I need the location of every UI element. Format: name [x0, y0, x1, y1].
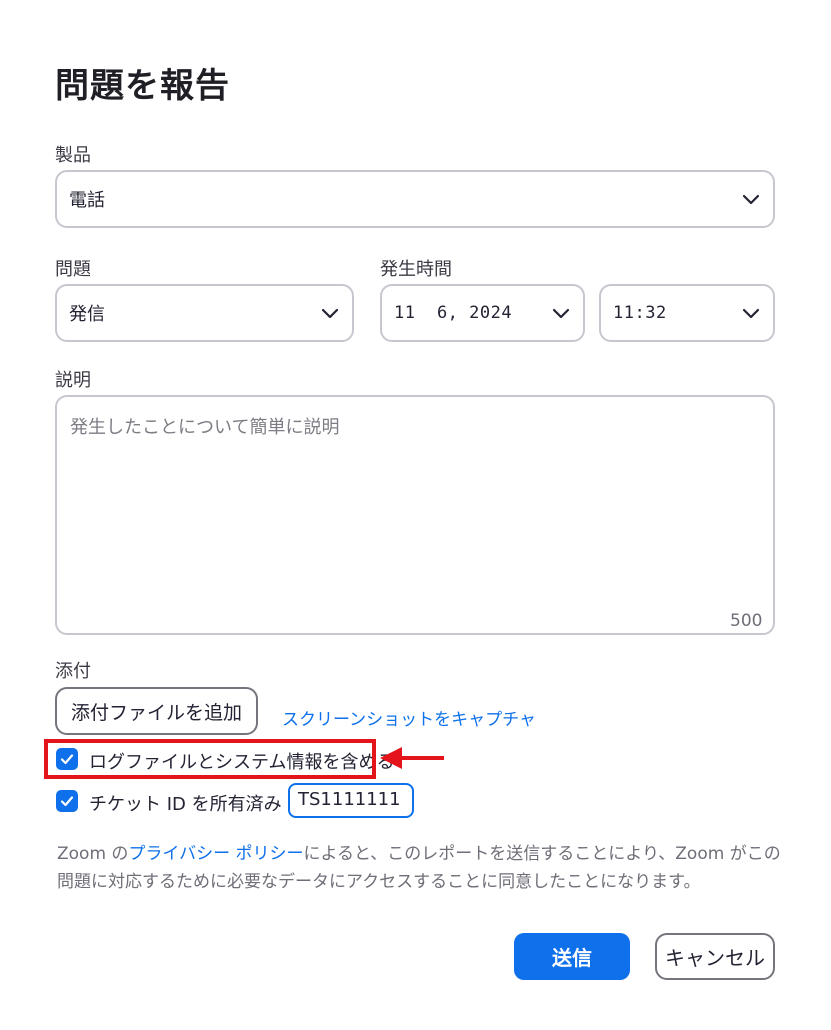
send-button[interactable]: 送信	[514, 933, 630, 980]
chevron-down-icon	[742, 194, 760, 205]
product-select[interactable]: 電話	[55, 170, 775, 228]
date-select[interactable]: 11 6, 2024	[380, 284, 585, 342]
red-arrow-icon	[380, 747, 444, 769]
occurrence-label: 発生時間	[380, 259, 452, 280]
add-attachment-button[interactable]: 添付ファイルを追加	[55, 687, 258, 735]
character-counter: 500	[730, 611, 763, 631]
dialog-title: 問題を報告	[55, 66, 230, 106]
attachment-label: 添付	[55, 661, 91, 682]
issue-select-value: 発信	[69, 304, 105, 325]
product-select-value: 電話	[69, 190, 105, 211]
chevron-down-icon	[552, 308, 570, 319]
capture-screenshot-link[interactable]: スクリーンショットをキャプチャ	[282, 705, 536, 730]
issue-label: 問題	[55, 259, 91, 280]
issue-select[interactable]: 発信	[55, 284, 354, 342]
highlight-box	[44, 739, 376, 779]
has-ticket-label: チケット ID を所有済み	[89, 794, 282, 815]
chevron-down-icon	[742, 308, 760, 319]
privacy-notice: Zoom のプライバシー ポリシーによると、このレポートを送信することにより、Z…	[57, 840, 787, 896]
chevron-down-icon	[321, 308, 339, 319]
date-select-value: 11 6, 2024	[394, 303, 513, 323]
product-label: 製品	[55, 145, 91, 166]
cancel-button[interactable]: キャンセル	[655, 933, 775, 980]
time-select[interactable]: 11:32	[599, 284, 775, 342]
checkmark-icon	[60, 796, 74, 807]
privacy-policy-link[interactable]: プライバシー ポリシー	[128, 844, 303, 864]
time-select-value: 11:32	[613, 303, 667, 323]
description-placeholder: 発生したことについて簡単に説明	[70, 417, 340, 438]
description-label: 説明	[55, 370, 91, 391]
privacy-prefix: Zoom の	[57, 844, 129, 864]
has-ticket-checkbox[interactable]	[56, 790, 78, 812]
ticket-id-input[interactable]: TS1111111	[288, 783, 414, 818]
